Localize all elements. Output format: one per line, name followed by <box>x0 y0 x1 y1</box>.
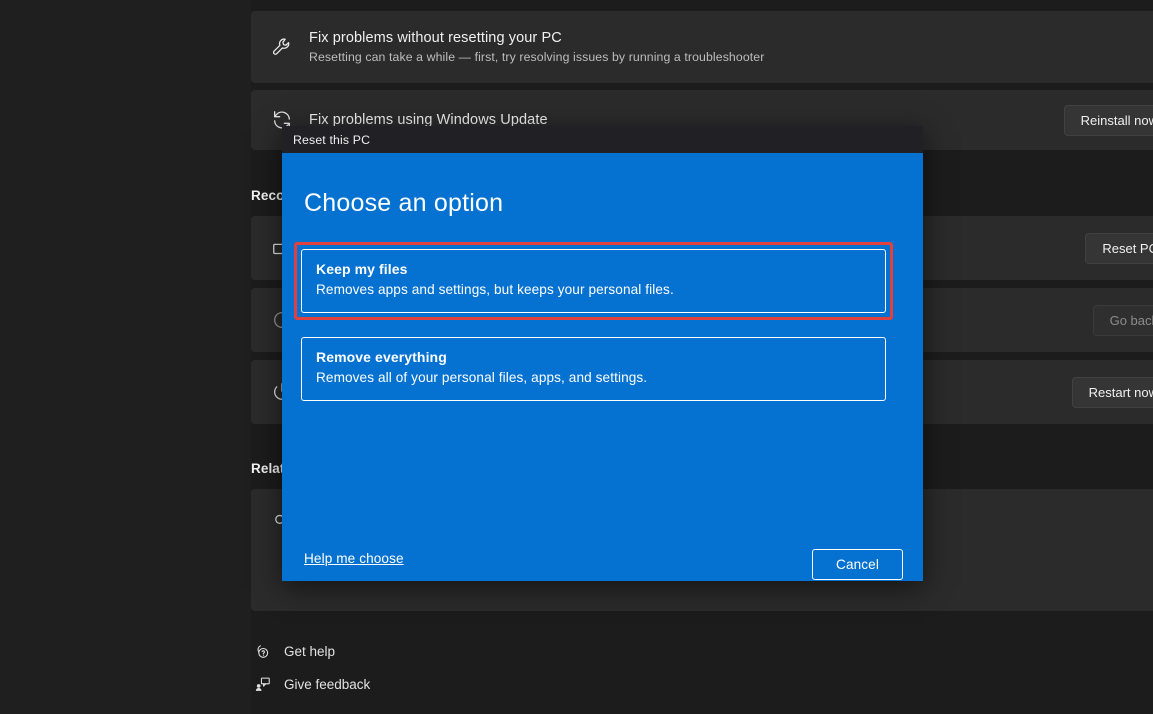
restart-now-button[interactable]: Restart now <box>1071 376 1153 408</box>
page-left-gutter <box>0 0 251 714</box>
card-subtitle: Resetting can take a while — first, try … <box>309 49 765 64</box>
option-description: Removes all of your personal files, apps… <box>316 370 648 385</box>
get-help-link[interactable]: Get help <box>252 643 335 660</box>
dialog-body: Choose an option Keep my files Removes a… <box>282 153 923 581</box>
help-me-choose-link[interactable]: Help me choose <box>304 551 404 566</box>
option-description: Removes apps and settings, but keeps you… <box>316 282 674 297</box>
reset-pc-button[interactable]: Reset PC <box>1085 232 1153 264</box>
card-action[interactable]: Reinstall now <box>1063 104 1153 136</box>
card-fix-problems-without-resetting[interactable]: Fix problems without resetting your PC R… <box>251 11 1153 83</box>
card-title: Fix problems without resetting your PC <box>309 29 562 46</box>
dialog-heading: Choose an option <box>304 189 504 217</box>
keep-my-files-highlight-box: Keep my files Removes apps and settings,… <box>294 242 893 320</box>
reset-this-pc-dialog: Reset this PC Choose an option Keep my f… <box>282 126 923 581</box>
reinstall-now-button[interactable]: Reinstall now <box>1063 104 1153 136</box>
cancel-button[interactable]: Cancel <box>812 549 903 580</box>
keep-my-files-option[interactable]: Keep my files Removes apps and settings,… <box>301 249 886 313</box>
get-help-label: Get help <box>284 644 336 659</box>
wrench-icon <box>265 36 299 58</box>
option-title: Keep my files <box>316 261 408 277</box>
give-feedback-icon <box>252 676 272 693</box>
card-action[interactable]: Reset PC <box>1085 232 1153 264</box>
give-feedback-link[interactable]: Give feedback <box>252 676 370 693</box>
dialog-titlebar: Reset this PC <box>282 126 923 153</box>
option-title: Remove everything <box>316 349 447 365</box>
card-action[interactable]: Restart now <box>1071 376 1153 408</box>
remove-everything-option[interactable]: Remove everything Removes all of your pe… <box>301 337 886 401</box>
go-back-button: Go back <box>1092 304 1153 336</box>
give-feedback-label: Give feedback <box>284 677 371 692</box>
dialog-title: Reset this PC <box>293 132 371 147</box>
card-texts: Fix problems without resetting your PC R… <box>299 29 1153 66</box>
card-action: Go back <box>1092 304 1153 336</box>
get-help-icon <box>252 643 272 660</box>
remove-everything-wrapper: Remove everything Removes all of your pe… <box>294 330 893 408</box>
